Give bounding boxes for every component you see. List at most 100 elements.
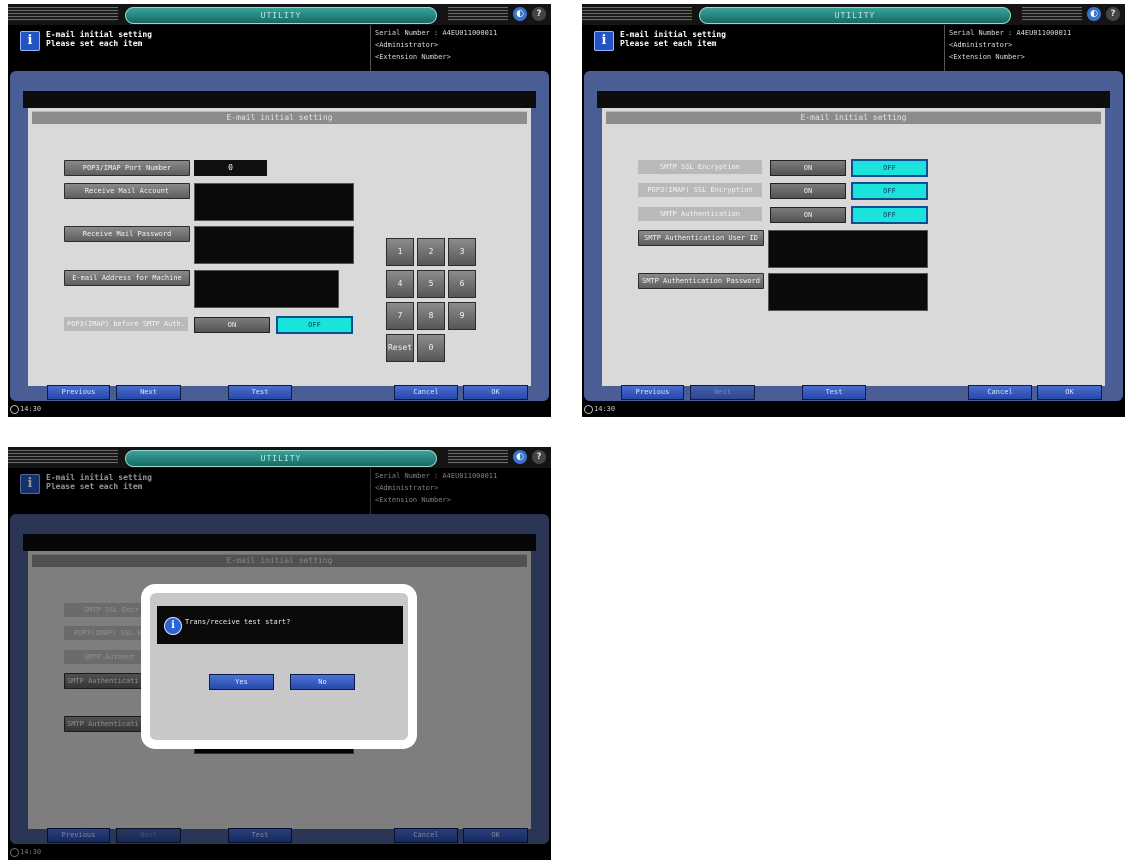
- page-subtitle: Please set each item: [620, 39, 717, 48]
- receive-password-button[interactable]: Receive Mail Password: [64, 226, 190, 242]
- smtp-password-field[interactable]: [768, 273, 928, 311]
- main-frame: E-mail initial setting POP3/IMAP Port Nu…: [10, 71, 549, 401]
- cancel-button[interactable]: Cancel: [394, 385, 458, 400]
- status-bar: 14:30: [582, 401, 1125, 417]
- header: i E-mail initial setting Please set each…: [8, 25, 551, 71]
- test-button[interactable]: Test: [802, 385, 866, 400]
- decor-stripes: [1022, 7, 1082, 21]
- smtp-user-id-button[interactable]: SMTP Authentication User ID: [638, 230, 764, 246]
- settings-area: E-mail initial setting SMTP SSL Encrypti…: [602, 108, 1105, 386]
- pop-before-smtp-on[interactable]: ON: [194, 317, 270, 333]
- decor-stripes: [448, 450, 508, 464]
- smtp-ssl-off[interactable]: OFF: [851, 159, 928, 177]
- top-bar: UTILITY ◐ ?: [582, 4, 1125, 25]
- keypad-key[interactable]: 3: [448, 238, 476, 266]
- pop-ssl-on[interactable]: ON: [770, 183, 846, 199]
- previous-button[interactable]: Previous: [621, 385, 684, 400]
- receive-account-button[interactable]: Receive Mail Account: [64, 183, 190, 199]
- cancel-button[interactable]: Cancel: [968, 385, 1032, 400]
- receive-account-field[interactable]: [194, 183, 354, 221]
- ok-button[interactable]: OK: [1037, 385, 1102, 400]
- confirm-dialog: i Trans/receive test start? Yes No: [141, 584, 417, 749]
- keypad-reset-key[interactable]: Reset: [386, 334, 414, 362]
- utility-tab[interactable]: UTILITY: [125, 450, 437, 467]
- admin-label: <Administrator>: [375, 41, 439, 49]
- page-title: E-mail initial setting: [46, 30, 152, 39]
- ok-button[interactable]: OK: [463, 385, 528, 400]
- globe-icon[interactable]: ◐: [513, 450, 527, 464]
- next-button: Next: [690, 385, 755, 400]
- screen-panel-1: UTILITY ◐ ? i E-mail initial setting Ple…: [8, 4, 551, 417]
- frame-header-strip: [23, 91, 536, 108]
- footer-bar: Previous Next Test Cancel OK: [584, 385, 1123, 401]
- keypad-key[interactable]: 2: [417, 238, 445, 266]
- smtp-ssl-on[interactable]: ON: [770, 160, 846, 176]
- smtp-password-button[interactable]: SMTP Authentication Password: [638, 273, 764, 289]
- smtp-auth-label: SMTP Authentication: [638, 207, 762, 221]
- pop3-port-button[interactable]: POP3/IMAP Port Number: [64, 160, 190, 176]
- keypad-key[interactable]: 7: [386, 302, 414, 330]
- pop-ssl-off[interactable]: OFF: [851, 182, 928, 200]
- no-button[interactable]: No: [290, 674, 355, 690]
- top-bar: UTILITY ◐ ?: [8, 4, 551, 25]
- decor-stripes: [448, 7, 508, 21]
- smtp-user-id-field[interactable]: [768, 230, 928, 268]
- smtp-auth-off[interactable]: OFF: [851, 206, 928, 224]
- serial-value: : A4EU011000011: [434, 29, 498, 37]
- help-icon[interactable]: ?: [532, 450, 546, 464]
- keypad-key[interactable]: 9: [448, 302, 476, 330]
- email-address-field[interactable]: [194, 270, 339, 308]
- email-address-button[interactable]: E-mail Address for Machine: [64, 270, 190, 286]
- main-frame: E-mail initial setting SMTP SSL Encrypti…: [584, 71, 1123, 401]
- smtp-auth-on[interactable]: ON: [770, 207, 846, 223]
- decor-stripes: [8, 7, 118, 21]
- keypad-key[interactable]: 4: [386, 270, 414, 298]
- dialog-body: i Trans/receive test start? Yes No: [150, 593, 408, 740]
- extension-label: <Extension Number>: [949, 53, 1025, 61]
- serial-value: : A4EU011000011: [1008, 29, 1072, 37]
- previous-button[interactable]: Previous: [47, 385, 110, 400]
- section-title: E-mail initial setting: [606, 111, 1101, 124]
- pop3-port-value[interactable]: 0: [194, 160, 267, 176]
- decor-stripes: [582, 7, 692, 21]
- extension-label: <Extension Number>: [375, 53, 451, 61]
- page-title: E-mail initial setting: [620, 30, 726, 39]
- serial-label: Serial Number: [949, 29, 1004, 37]
- device-info: Serial Number : A4EU011000011 <Administr…: [944, 25, 1125, 71]
- dialog-message-bar: i Trans/receive test start?: [157, 606, 403, 644]
- test-button[interactable]: Test: [228, 385, 292, 400]
- page-subtitle: Please set each item: [46, 39, 143, 48]
- utility-tab[interactable]: UTILITY: [699, 7, 1011, 24]
- info-icon: i: [164, 617, 182, 635]
- pop-before-smtp-label: POP3(IMAP) before SMTP Auth.: [64, 317, 188, 331]
- globe-icon[interactable]: ◐: [513, 7, 527, 21]
- footer-bar: Previous Next Test Cancel OK: [10, 385, 549, 401]
- globe-icon[interactable]: ◐: [1087, 7, 1101, 21]
- receive-password-field[interactable]: [194, 226, 354, 264]
- decor-stripes: [8, 450, 118, 464]
- keypad-key[interactable]: 8: [417, 302, 445, 330]
- clock-icon: [584, 405, 593, 414]
- screen-panel-2: UTILITY ◐ ? i E-mail initial setting Ple…: [582, 4, 1125, 417]
- frame-header-strip: [597, 91, 1110, 108]
- next-button[interactable]: Next: [116, 385, 181, 400]
- pop-ssl-label: POP3(IMAP) SSL Encryption: [638, 183, 762, 197]
- header: i E-mail initial setting Please set each…: [582, 25, 1125, 71]
- dialog-message: Trans/receive test start?: [185, 618, 291, 626]
- device-info: Serial Number : A4EU011000011 <Administr…: [370, 25, 551, 71]
- keypad-key[interactable]: 0: [417, 334, 445, 362]
- help-icon[interactable]: ?: [532, 7, 546, 21]
- yes-button[interactable]: Yes: [209, 674, 274, 690]
- keypad-key[interactable]: 5: [417, 270, 445, 298]
- clock-time: 14:30: [594, 405, 616, 413]
- utility-tab[interactable]: UTILITY: [125, 7, 437, 24]
- pop-before-smtp-off[interactable]: OFF: [276, 316, 353, 334]
- clock-icon: [10, 405, 19, 414]
- help-icon[interactable]: ?: [1106, 7, 1120, 21]
- keypad-key[interactable]: 1: [386, 238, 414, 266]
- info-icon: i: [20, 31, 40, 51]
- admin-label: <Administrator>: [949, 41, 1013, 49]
- keypad-key[interactable]: 6: [448, 270, 476, 298]
- status-bar: 14:30: [8, 401, 551, 417]
- screen-panel-3: UTILITY ◐ ? i E-mail initial setting Ple…: [8, 447, 551, 860]
